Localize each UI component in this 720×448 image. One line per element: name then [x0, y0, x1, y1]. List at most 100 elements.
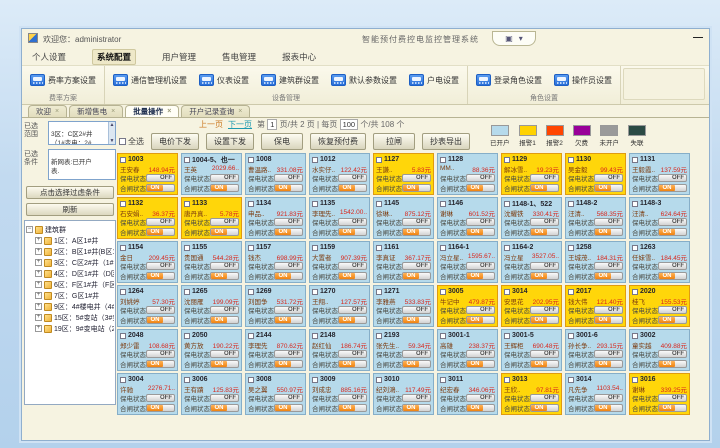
hezha-on-switch[interactable]: ON: [146, 184, 175, 192]
refresh-button[interactable]: 刷新: [26, 203, 114, 216]
baodian-off-switch[interactable]: OFF: [594, 262, 623, 270]
meter-card[interactable]: 1164-2冯立星3527.05..保电状态OFF合闸状态ON: [501, 241, 562, 283]
card-checkbox[interactable]: [120, 333, 126, 339]
expand-icon[interactable]: +: [35, 303, 42, 310]
meter-card[interactable]: 1271李雅燕533.83元保电状态OFF合闸状态ON: [373, 285, 434, 327]
hezha-on-switch[interactable]: ON: [338, 360, 367, 368]
card-checkbox[interactable]: [248, 289, 254, 295]
baodian-off-switch[interactable]: OFF: [466, 262, 495, 270]
hezha-on-switch[interactable]: ON: [658, 272, 687, 280]
hezha-on-switch[interactable]: ON: [210, 404, 239, 412]
range-scrollbar[interactable]: ▲▼: [108, 122, 115, 144]
baodian-off-switch[interactable]: OFF: [146, 174, 175, 182]
selected-range-list[interactable]: 3区：C区2#井 （1#变电：2# 变电：C区1# ▲▼: [48, 121, 116, 145]
expand-icon[interactable]: +: [35, 325, 42, 332]
meter-card[interactable]: 3004许驰2276.71..保电状态OFF合闸状态ON: [117, 373, 178, 415]
baodian-off-switch[interactable]: OFF: [658, 218, 687, 226]
card-checkbox[interactable]: [248, 333, 254, 339]
hezha-on-switch[interactable]: ON: [338, 184, 367, 192]
meter-card[interactable]: 2050黄方放190.22元保电状态OFF合闸状态ON: [181, 329, 242, 371]
card-checkbox[interactable]: [568, 289, 574, 295]
card-checkbox[interactable]: [568, 201, 574, 207]
baodian-off-switch[interactable]: OFF: [402, 350, 431, 358]
card-checkbox[interactable]: [632, 333, 638, 339]
hezha-on-switch[interactable]: ON: [530, 316, 559, 324]
baodian-off-switch[interactable]: OFF: [210, 350, 239, 358]
meter-card[interactable]: 1148-1、522沈耀铁330.41元保电状态OFF合闸状态ON: [501, 197, 562, 239]
baodian-off-switch[interactable]: OFF: [274, 174, 303, 182]
card-checkbox[interactable]: [376, 333, 382, 339]
hezha-on-switch[interactable]: ON: [594, 360, 623, 368]
meter-card[interactable]: 2017钱大伟121.40元保电状态OFF合闸状态ON: [565, 285, 626, 327]
tree-item[interactable]: +3区：C区2#井（1#变..: [26, 257, 114, 268]
toolbar-button-拉闸[interactable]: 拉闸: [373, 133, 415, 150]
hezha-on-switch[interactable]: ON: [274, 272, 303, 280]
hezha-on-switch[interactable]: ON: [466, 360, 495, 368]
chevron-down-icon[interactable]: ▾: [519, 34, 523, 43]
tab-欢迎[interactable]: 欢迎×: [28, 105, 67, 117]
hezha-on-switch[interactable]: ON: [466, 272, 495, 280]
meter-card[interactable]: 1127王謙..5.83元保电状态OFF合闸状态ON: [373, 153, 434, 195]
page-number-box[interactable]: 1: [267, 119, 277, 130]
baodian-off-switch[interactable]: OFF: [466, 394, 495, 402]
meter-card[interactable]: 1269刘国争531.72元保电状态OFF合闸状态ON: [245, 285, 306, 327]
meter-card[interactable]: 3001-5王辉柜690.48元保电状态OFF合闸状态ON: [501, 329, 562, 371]
card-checkbox[interactable]: [440, 157, 446, 163]
hezha-on-switch[interactable]: ON: [658, 184, 687, 192]
card-checkbox[interactable]: [632, 289, 638, 295]
meter-card[interactable]: 1258王城茂..184.31元保电状态OFF合闸状态ON: [565, 241, 626, 283]
baodian-off-switch[interactable]: OFF: [402, 394, 431, 402]
tab-开户记录查询[interactable]: 开户记录查询×: [181, 105, 250, 117]
choose-filter-button[interactable]: 点击选择过虑条件: [26, 186, 114, 199]
hezha-on-switch[interactable]: ON: [338, 316, 367, 324]
tree-root[interactable]: −建筑群: [26, 224, 114, 235]
card-checkbox[interactable]: [376, 201, 382, 207]
tree-item[interactable]: +7区：G区1#井: [26, 290, 114, 301]
ribbon-button-建筑群设置[interactable]: 建筑群设置: [261, 69, 319, 86]
menu-item-系统配置[interactable]: 系统配置: [92, 49, 136, 65]
expand-icon[interactable]: +: [35, 314, 42, 321]
meter-card[interactable]: 2048郑少雷108.68元保电状态OFF合闸状态ON: [117, 329, 178, 371]
meter-card[interactable]: 1008曹温路..331.08元保电状态OFF合闸状态ON: [245, 153, 306, 195]
prev-page-link[interactable]: 上一页: [199, 119, 223, 130]
hezha-on-switch[interactable]: ON: [402, 360, 431, 368]
meter-card[interactable]: 1131王毅霞..137.59元保电状态OFF合闸状态ON: [629, 153, 690, 195]
meter-card[interactable]: 1263任妹雪..184.45元保电状态OFF合闸状态ON: [629, 241, 690, 283]
baodian-off-switch[interactable]: OFF: [530, 218, 559, 226]
ribbon-button-户电设置[interactable]: 户电设置: [409, 69, 459, 86]
meter-card[interactable]: 1159大置者907.39元保电状态OFF合闸状态ON: [309, 241, 370, 283]
baodian-off-switch[interactable]: OFF: [210, 306, 239, 314]
baodian-off-switch[interactable]: OFF: [530, 394, 559, 402]
hezha-on-switch[interactable]: ON: [658, 316, 687, 324]
hezha-on-switch[interactable]: ON: [594, 228, 623, 236]
tree-item[interactable]: +9区：4#楼电井（4#楼..: [26, 301, 114, 312]
baodian-off-switch[interactable]: OFF: [530, 306, 559, 314]
baodian-off-switch[interactable]: OFF: [274, 262, 303, 270]
card-checkbox[interactable]: [184, 289, 190, 295]
hezha-on-switch[interactable]: ON: [658, 228, 687, 236]
toolbar-button-电价下发[interactable]: 电价下发: [151, 133, 199, 150]
expand-icon[interactable]: +: [35, 270, 42, 277]
baodian-off-switch[interactable]: OFF: [658, 306, 687, 314]
hezha-on-switch[interactable]: ON: [402, 184, 431, 192]
meter-card[interactable]: 1146谢琳601.52元保电状态OFF合闸状态ON: [437, 197, 498, 239]
page-number-box[interactable]: 100: [340, 119, 359, 130]
hezha-on-switch[interactable]: ON: [402, 316, 431, 324]
hezha-on-switch[interactable]: ON: [530, 404, 559, 412]
meter-card[interactable]: 3014安思花202.95元保电状态OFF合闸状态ON: [501, 285, 562, 327]
baodian-off-switch[interactable]: OFF: [274, 394, 303, 402]
baodian-off-switch[interactable]: OFF: [658, 394, 687, 402]
card-checkbox[interactable]: [312, 157, 318, 163]
meter-card[interactable]: 1161李真证367.17元保电状态OFF合闸状态ON: [373, 241, 434, 283]
baodian-off-switch[interactable]: OFF: [658, 174, 687, 182]
meter-card[interactable]: 3016谢琳339.25元保电状态OFF合闸状态ON: [629, 373, 690, 415]
meter-card[interactable]: 1264刘姚婷57.30元保电状态OFF合闸状态ON: [117, 285, 178, 327]
hezha-on-switch[interactable]: ON: [466, 184, 495, 192]
ribbon-button-默认参数设置[interactable]: 默认参数设置: [331, 69, 397, 86]
card-checkbox[interactable]: [376, 289, 382, 295]
card-checkbox[interactable]: [312, 289, 318, 295]
hezha-on-switch[interactable]: ON: [338, 228, 367, 236]
expand-icon[interactable]: +: [35, 237, 42, 244]
tree-item[interactable]: +1区：A区1#井: [26, 235, 114, 246]
toolbar-button-恢复预付费[interactable]: 恢复预付费: [310, 133, 366, 150]
